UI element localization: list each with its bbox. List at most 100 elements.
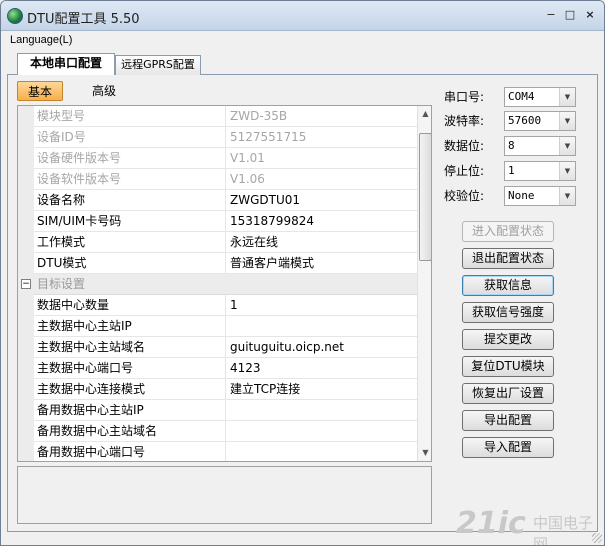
enter-config-button[interactable]: 进入配置状态 xyxy=(462,221,554,242)
property-row[interactable]: 设备ID号 5127551715 xyxy=(18,127,417,148)
grid-scrollbar[interactable]: ▲ ▼ xyxy=(417,106,431,461)
close-button[interactable]: × xyxy=(581,7,599,23)
property-value[interactable] xyxy=(230,316,417,337)
property-row[interactable]: SIM/UIM卡号码 15318799824 xyxy=(18,211,417,232)
row-gutter xyxy=(18,211,34,232)
menu-bar: Language(L) xyxy=(1,32,604,51)
row-gutter xyxy=(18,337,34,358)
property-value[interactable]: guituguitu.oicp.net xyxy=(230,337,417,358)
property-grid[interactable]: 模块型号 ZWD-35B 设备ID号 5127551715 设备硬件版本号 V1.01 设备… xyxy=(17,105,432,462)
reset-dtu-button[interactable]: 复位DTU模块 xyxy=(462,356,554,377)
row-gutter xyxy=(18,421,34,442)
databits-value: 8 xyxy=(508,139,515,152)
row-gutter xyxy=(18,316,34,337)
property-key: 设备名称 xyxy=(36,190,226,211)
globe-icon xyxy=(7,8,23,24)
menu-language[interactable]: Language(L) xyxy=(10,34,72,46)
scroll-down-icon[interactable]: ▼ xyxy=(418,445,431,461)
export-config-button[interactable]: 导出配置 xyxy=(462,410,554,431)
parity-select[interactable]: None ▼ xyxy=(504,186,576,206)
property-key: 设备硬件版本号 xyxy=(36,148,226,169)
property-key: 设备软件版本号 xyxy=(36,169,226,190)
property-row[interactable]: 设备软件版本号 V1.06 xyxy=(18,169,417,190)
description-panel xyxy=(17,466,432,524)
scroll-up-icon[interactable]: ▲ xyxy=(418,106,431,122)
property-value[interactable]: 建立TCP连接 xyxy=(230,379,417,400)
stopbits-label: 停止位: xyxy=(444,164,485,178)
property-row[interactable]: 主数据中心连接模式 建立TCP连接 xyxy=(18,379,417,400)
baud-label: 波特率: xyxy=(444,114,485,128)
stopbits-value: 1 xyxy=(508,164,515,177)
property-row[interactable]: 主数据中心主站域名 guituguitu.oicp.net xyxy=(18,337,417,358)
property-value[interactable]: 普通客户端模式 xyxy=(230,253,417,274)
row-gutter xyxy=(18,442,34,461)
property-value[interactable]: 4123 xyxy=(230,358,417,379)
scroll-thumb[interactable] xyxy=(419,133,431,261)
minimize-button[interactable]: − xyxy=(542,7,560,23)
property-key: 设备ID号 xyxy=(36,127,226,148)
row-gutter xyxy=(18,358,34,379)
row-gutter: − xyxy=(18,274,34,295)
app-window: DTU配置工具 5.50 − □ × Language(L) 本地串口配置 远程… xyxy=(0,0,605,546)
exit-config-button[interactable]: 退出配置状态 xyxy=(462,248,554,269)
resize-grip-icon[interactable] xyxy=(592,533,602,543)
submit-button[interactable]: 提交更改 xyxy=(462,329,554,350)
property-key: 主数据中心主站域名 xyxy=(36,337,226,358)
import-config-button[interactable]: 导入配置 xyxy=(462,437,554,458)
subtab-basic[interactable]: 基本 xyxy=(17,81,63,101)
property-value: 5127551715 xyxy=(230,130,307,144)
property-row[interactable]: 备用数据中心端口号 xyxy=(18,442,417,461)
property-key: 主数据中心主站IP xyxy=(36,316,226,337)
baud-value: 57600 xyxy=(508,114,542,127)
collapse-icon[interactable]: − xyxy=(21,279,31,289)
watermark-logo: 21ic xyxy=(456,506,526,541)
property-row[interactable]: 设备名称 ZWGDTU01 xyxy=(18,190,417,211)
get-info-button[interactable]: 获取信息 xyxy=(462,275,554,296)
chevron-down-icon[interactable]: ▼ xyxy=(559,88,575,106)
property-value[interactable] xyxy=(230,400,417,421)
maximize-button[interactable]: □ xyxy=(561,7,579,23)
get-signal-button[interactable]: 获取信号强度 xyxy=(462,302,554,323)
chevron-down-icon[interactable]: ▼ xyxy=(559,137,575,155)
property-value[interactable] xyxy=(230,421,417,442)
property-key: 模块型号 xyxy=(36,106,226,127)
property-value[interactable]: 15318799824 xyxy=(230,211,417,232)
property-row[interactable]: 备用数据中心主站IP xyxy=(18,400,417,421)
tab-local-serial[interactable]: 本地串口配置 xyxy=(17,53,115,75)
tab-remote-gprs[interactable]: 远程GPRS配置 xyxy=(115,55,201,75)
chevron-down-icon[interactable]: ▼ xyxy=(559,162,575,180)
property-key: 工作模式 xyxy=(36,232,226,253)
property-value[interactable]: 1 xyxy=(230,295,417,316)
property-row[interactable]: 数据中心数量 1 xyxy=(18,295,417,316)
databits-select[interactable]: 8 ▼ xyxy=(504,136,576,156)
chevron-down-icon[interactable]: ▼ xyxy=(559,112,575,130)
property-row[interactable]: 设备硬件版本号 V1.01 xyxy=(18,148,417,169)
property-value: V1.06 xyxy=(230,172,265,186)
stopbits-select[interactable]: 1 ▼ xyxy=(504,161,576,181)
property-value: ZWD-35B xyxy=(230,109,288,123)
property-row[interactable]: 主数据中心端口号 4123 xyxy=(18,358,417,379)
port-select[interactable]: COM4 ▼ xyxy=(504,87,576,107)
row-gutter xyxy=(18,148,34,169)
property-value[interactable]: 永远在线 xyxy=(230,232,417,253)
chevron-down-icon[interactable]: ▼ xyxy=(559,187,575,205)
row-gutter xyxy=(18,253,34,274)
window-title: DTU配置工具 5.50 xyxy=(27,12,140,27)
property-row[interactable]: 主数据中心主站IP xyxy=(18,316,417,337)
property-row[interactable]: DTU模式 普通客户端模式 xyxy=(18,253,417,274)
subtab-advanced[interactable]: 高级 xyxy=(81,81,127,101)
property-row[interactable]: 备用数据中心主站域名 xyxy=(18,421,417,442)
property-row[interactable]: 模块型号 ZWD-35B xyxy=(18,106,417,127)
property-value[interactable]: ZWGDTU01 xyxy=(230,190,417,211)
row-gutter xyxy=(18,400,34,421)
property-row[interactable]: 工作模式 永远在线 xyxy=(18,232,417,253)
port-value: COM4 xyxy=(508,90,535,103)
property-category[interactable]: − 目标设置 xyxy=(18,274,417,295)
property-value[interactable] xyxy=(230,442,417,461)
factory-reset-button[interactable]: 恢复出厂设置 xyxy=(462,383,554,404)
title-bar: DTU配置工具 5.50 − □ × xyxy=(1,1,604,31)
property-key: 备用数据中心主站IP xyxy=(36,400,226,421)
property-key: 主数据中心端口号 xyxy=(36,358,226,379)
databits-label: 数据位: xyxy=(444,139,485,153)
baud-select[interactable]: 57600 ▼ xyxy=(504,111,576,131)
